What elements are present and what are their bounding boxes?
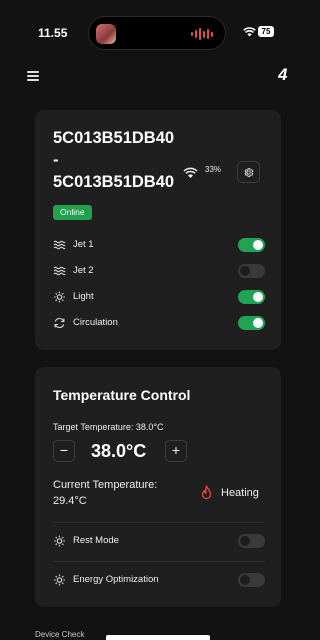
rest-mode-row: Rest Mode (53, 532, 265, 550)
device-id: 5C013B51DB40 - 5C013B51DB40 (53, 129, 175, 191)
mode-label: Energy Optimization (73, 574, 159, 585)
circulation-toggle[interactable] (238, 316, 265, 330)
jet-1-toggle[interactable] (238, 238, 265, 252)
control-label: Jet 2 (73, 265, 94, 276)
device-settings-button[interactable] (237, 161, 260, 183)
menu-icon[interactable] (27, 71, 39, 81)
wifi-status-icon (243, 27, 256, 37)
home-indicator (106, 635, 210, 640)
brand-logo: 4 (278, 66, 288, 84)
signal-strength: 33% (205, 165, 222, 174)
battery-indicator: 75 (258, 26, 274, 37)
rest-mode-toggle[interactable] (238, 534, 265, 548)
refresh-icon (54, 317, 65, 329)
control-row-circulation: Circulation (53, 314, 265, 332)
current-temperature: Current Temperature: 29.4°C (53, 479, 158, 507)
light-toggle[interactable] (238, 290, 265, 304)
target-temperature-value: 38.0°C (91, 441, 147, 461)
waves-icon (53, 240, 66, 250)
sun-icon (54, 574, 65, 586)
footer-partial-text: Device Check (35, 630, 85, 639)
status-badge: Online (53, 205, 92, 220)
status-time: 11.55 (38, 26, 68, 40)
heating-status: Heating (221, 487, 259, 499)
device-card: 5C013B51DB40 - 5C013B51DB40 33% Online J… (35, 110, 281, 350)
dynamic-island (88, 16, 226, 50)
now-playing-thumbnail (96, 24, 116, 44)
control-label: Light (73, 291, 94, 302)
divider (53, 561, 265, 562)
target-temperature-label: Target Temperature: 38.0°C (53, 422, 164, 432)
audio-wave-icon (191, 28, 213, 40)
sun-icon (54, 535, 65, 547)
control-row-jet-1: Jet 1 (53, 236, 265, 254)
wifi-signal-icon (183, 167, 198, 178)
increase-temperature-button[interactable]: + (165, 440, 187, 462)
energy-optimization-row: Energy Optimization (53, 571, 265, 589)
control-label: Circulation (73, 317, 118, 328)
temperature-card: Temperature Control Target Temperature: … (35, 367, 281, 607)
mode-label: Rest Mode (73, 535, 119, 546)
flame-icon (201, 485, 212, 500)
control-row-light: Light (53, 288, 265, 306)
decrease-temperature-button[interactable]: − (53, 440, 75, 462)
jet-2-toggle[interactable] (238, 264, 265, 278)
sun-icon (54, 291, 65, 303)
divider (53, 522, 265, 523)
control-label: Jet 1 (73, 239, 94, 250)
gear-icon (244, 167, 254, 177)
energy-optimization-toggle[interactable] (238, 573, 265, 587)
control-row-jet-2: Jet 2 (53, 262, 265, 280)
section-title: Temperature Control (53, 387, 191, 403)
waves-icon (53, 266, 66, 276)
